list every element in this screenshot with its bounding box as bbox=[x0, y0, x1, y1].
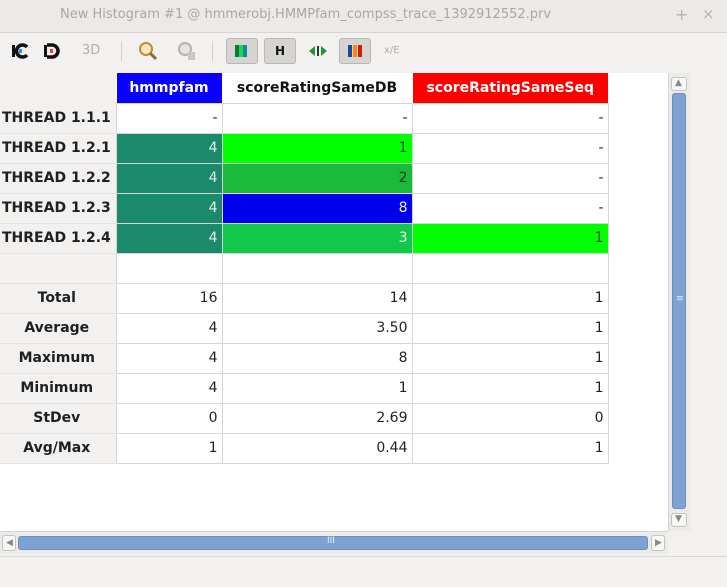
toolbar-separator bbox=[121, 41, 122, 61]
table-cell[interactable]: 1 bbox=[221, 372, 413, 404]
stats-row-header[interactable]: Total bbox=[0, 283, 116, 314]
row-header[interactable]: THREAD 1.2.1 bbox=[0, 133, 116, 164]
table-row[interactable]: THREAD 1.1.1 - - - bbox=[0, 102, 609, 134]
stats-row-header[interactable]: Average bbox=[0, 313, 116, 344]
table-cell[interactable]: 0 bbox=[411, 402, 609, 434]
stats-row[interactable]: Minimum 4 1 1 bbox=[0, 372, 609, 404]
stats-row[interactable]: Avg/Max 1 0.44 1 bbox=[0, 432, 609, 464]
table-cell[interactable]: 8 bbox=[221, 192, 413, 224]
table-cell[interactable]: 4 bbox=[115, 372, 223, 404]
table-cell[interactable]: 1 bbox=[411, 432, 609, 464]
row-header bbox=[0, 253, 116, 284]
row-header[interactable]: THREAD 1.2.2 bbox=[0, 163, 116, 194]
stats-row[interactable]: Maximum 4 8 1 bbox=[0, 342, 609, 374]
table-cell[interactable]: 2.69 bbox=[221, 402, 413, 434]
3d-icon[interactable]: 3D bbox=[82, 38, 108, 64]
table-corner bbox=[0, 73, 116, 103]
scientific-notation-icon[interactable]: x/E bbox=[384, 38, 406, 64]
table-cell[interactable]: 4 bbox=[115, 132, 223, 164]
table-cell[interactable]: - bbox=[115, 102, 223, 134]
table-row[interactable]: THREAD 1.2.1 4 1 - bbox=[0, 132, 609, 164]
stats-row-header[interactable]: Maximum bbox=[0, 343, 116, 374]
row-header[interactable]: THREAD 1.1.1 bbox=[0, 103, 116, 134]
table-cell bbox=[221, 252, 413, 284]
new-tab-icon[interactable]: + bbox=[675, 5, 688, 24]
stats-row-header[interactable]: Avg/Max bbox=[0, 433, 116, 464]
table-cell[interactable]: 3.50 bbox=[221, 312, 413, 344]
table-cell[interactable]: 1 bbox=[115, 432, 223, 464]
table-cell[interactable]: 1 bbox=[221, 132, 413, 164]
table-cell bbox=[411, 252, 609, 284]
table-cell[interactable]: 1 bbox=[411, 222, 609, 254]
scroll-left-button[interactable]: ◀ bbox=[2, 535, 16, 551]
stats-row[interactable]: Average 4 3.50 1 bbox=[0, 312, 609, 344]
table-cell[interactable]: 1 bbox=[411, 282, 609, 314]
column-header-scoreratingsamedb[interactable]: scoreRatingSameDB bbox=[221, 73, 412, 103]
vertical-scrollbar[interactable]: ▲ ≡ ▼ bbox=[668, 73, 690, 531]
table-cell[interactable]: 0.44 bbox=[221, 432, 413, 464]
table-cell[interactable]: 1 bbox=[411, 312, 609, 344]
control-window-icon[interactable] bbox=[10, 38, 30, 64]
horizontal-scrollbar[interactable]: ◀ III ▶ bbox=[0, 531, 668, 554]
close-icon[interactable]: × bbox=[702, 5, 715, 23]
table-cell[interactable]: 2 bbox=[221, 162, 413, 194]
view-color-icon[interactable] bbox=[226, 38, 258, 64]
table-cell[interactable]: 4 bbox=[115, 192, 223, 224]
table-row[interactable]: THREAD 1.2.3 4 8 - bbox=[0, 192, 609, 224]
row-header[interactable]: THREAD 1.2.4 bbox=[0, 223, 116, 254]
window-title: New Histogram #1 @ hmmerobj.HMMPfam_comp… bbox=[60, 7, 552, 22]
table-cell[interactable]: 1 bbox=[411, 372, 609, 404]
toolbar-separator bbox=[212, 41, 213, 61]
table-cell[interactable]: 8 bbox=[221, 342, 413, 374]
table-spacer-row bbox=[0, 252, 609, 284]
hide-empty-icon[interactable]: H bbox=[264, 38, 296, 64]
toolbar: 3D H x/E bbox=[0, 33, 727, 69]
histogram-table: hmmpfam scoreRatingSameDB scoreRatingSam… bbox=[0, 73, 668, 531]
stats-row[interactable]: StDev 0 2.69 0 bbox=[0, 402, 609, 434]
scroll-up-button[interactable]: ▲ bbox=[671, 77, 687, 91]
table-cell[interactable]: 4 bbox=[115, 222, 223, 254]
table-cell[interactable]: 4 bbox=[115, 162, 223, 194]
scroll-grip-icon: III bbox=[327, 536, 335, 546]
table-cell[interactable]: 14 bbox=[221, 282, 413, 314]
scroll-down-button[interactable]: ▼ bbox=[671, 513, 687, 527]
table-cell[interactable]: - bbox=[411, 162, 609, 194]
stats-row-header[interactable]: StDev bbox=[0, 403, 116, 434]
synchronize-icon[interactable] bbox=[175, 38, 197, 64]
title-bar: New Histogram #1 @ hmmerobj.HMMPfam_comp… bbox=[0, 0, 727, 33]
vertical-scroll-thumb[interactable]: ≡ bbox=[672, 93, 686, 509]
table-row[interactable]: THREAD 1.2.2 4 2 - bbox=[0, 162, 609, 194]
table-cell bbox=[115, 252, 223, 284]
row-header[interactable]: THREAD 1.2.3 bbox=[0, 193, 116, 224]
table-cell[interactable]: 0 bbox=[115, 402, 223, 434]
scroll-grip-icon: ≡ bbox=[676, 294, 684, 304]
table-row[interactable]: THREAD 1.2.4 4 3 1 bbox=[0, 222, 609, 254]
table-cell[interactable]: - bbox=[411, 132, 609, 164]
stats-row[interactable]: Total 16 14 1 bbox=[0, 282, 609, 314]
table-cell[interactable]: 16 bbox=[115, 282, 223, 314]
scroll-right-button[interactable]: ▶ bbox=[651, 535, 665, 551]
table-cell[interactable]: 4 bbox=[115, 342, 223, 374]
status-bar bbox=[0, 556, 727, 587]
horizontal-scroll-thumb[interactable]: III bbox=[18, 536, 648, 550]
table-cell[interactable]: 1 bbox=[411, 342, 609, 374]
fit-columns-icon[interactable] bbox=[305, 38, 331, 64]
table-cell[interactable]: 4 bbox=[115, 312, 223, 344]
zoom-icon[interactable] bbox=[137, 38, 159, 64]
table-cell[interactable]: - bbox=[411, 192, 609, 224]
stats-row-header[interactable]: Minimum bbox=[0, 373, 116, 404]
column-header-scoreratingsameseq[interactable]: scoreRatingSameSeq bbox=[411, 73, 608, 103]
data-window-icon[interactable] bbox=[42, 38, 62, 64]
table-cell[interactable]: 3 bbox=[221, 222, 413, 254]
gradient-color-icon[interactable] bbox=[339, 38, 371, 64]
table-cell[interactable]: - bbox=[221, 102, 413, 134]
column-header-hmmpfam[interactable]: hmmpfam bbox=[115, 73, 222, 103]
table-cell[interactable]: - bbox=[411, 102, 609, 134]
